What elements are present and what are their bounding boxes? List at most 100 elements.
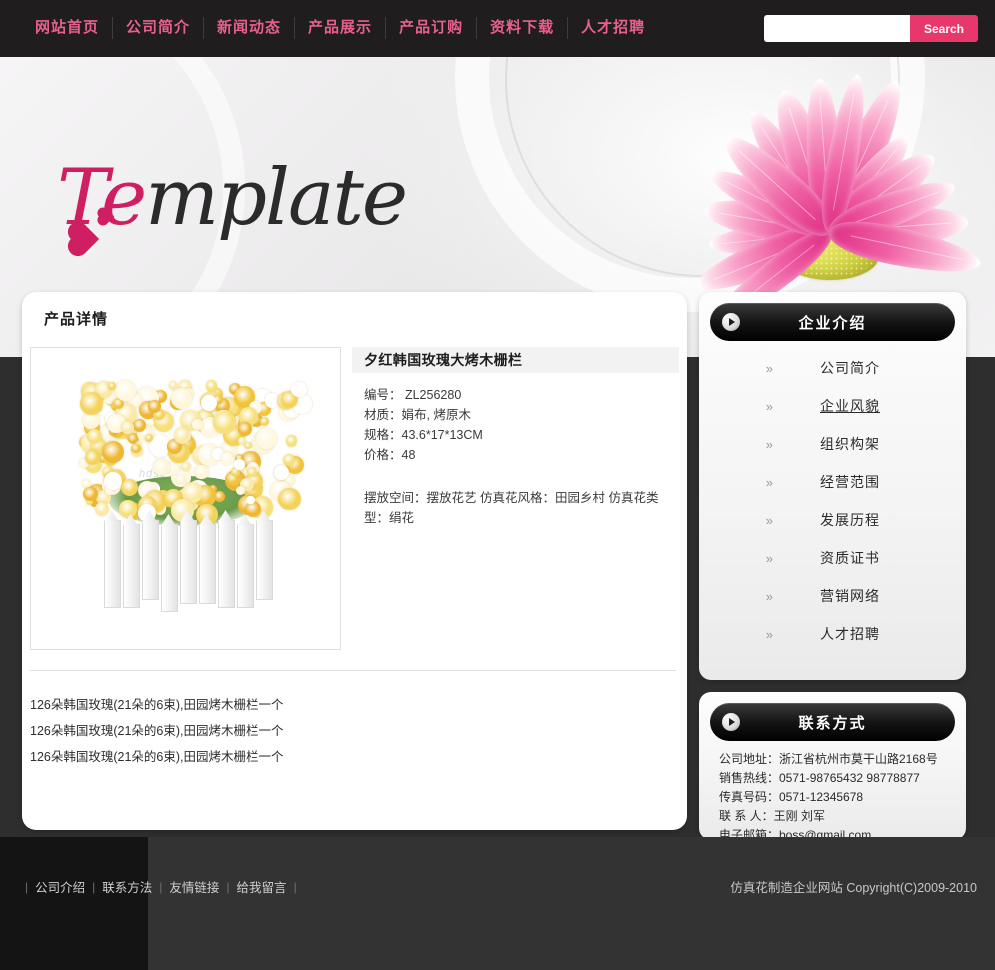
flower-bloom [194,464,209,480]
company-intro-menu-panel: 企业介绍 » 公司简介 » 企业风貌 » 组织构架 » 经营范围 » 发展历程 » 资质证书 » 营销网络… [699,292,966,680]
sidebar-menu-item[interactable]: » 经营范围 [710,463,955,501]
sidebar-menu-item[interactable]: » 公司简介 [710,349,955,387]
sidebar-menu-item[interactable]: » 发展历程 [710,501,955,539]
flower-bloom [171,388,193,410]
sidebar-menu-label: 发展历程 [820,512,880,528]
related-product-item[interactable]: 126朵韩国玫瑰(21朵的6束),田园烤木栅栏一个 [30,744,660,770]
fence-slat [237,524,254,608]
sidebar-menu-label: 营销网络 [820,588,880,604]
chevron-double-right-icon: » [765,512,773,528]
flower-bloom [246,495,256,505]
footer-separator: | [219,880,236,894]
page-title: 产品详情 [44,311,109,328]
product-extra-info: 摆放空间：摆放花艺 仿真花风格：田园乡村 仿真花类型：绢花 [364,491,659,525]
flower-bloom [153,458,170,476]
flower-bloom [173,427,191,444]
flower-pot-illustration [31,348,340,649]
nav-item-7[interactable]: 人才招聘 [568,16,658,40]
flower-bloom [237,422,253,437]
chevron-double-right-icon: » [765,550,773,566]
sidebar-menu-item[interactable]: » 营销网络 [710,577,955,615]
footer-separator-glyph: | [92,879,96,894]
footer-separator: | [152,880,169,894]
nav-item-2[interactable]: 公司简介 [113,16,203,40]
fence-slat [199,524,216,604]
flower-bloom [131,444,141,454]
search-input[interactable] [764,15,910,42]
fence-slat [161,524,178,612]
product-title: 夕红韩国玫瑰大烤木栅栏 [364,352,523,368]
related-product-item[interactable]: 126朵韩国玫瑰(21朵的6束),田园烤木栅栏一个 [30,692,660,718]
divider [30,670,676,671]
menu-panel-header: 企业介绍 [710,303,955,341]
flower-bloom [206,380,218,392]
contact-info-line: 传真号码：0571-12345678 [719,790,864,804]
footer-link-1[interactable]: 公司介绍 [35,877,85,896]
site-logo[interactable]: Template THE BEST ONLINE STORE [57,159,408,314]
flower-bloom [80,391,103,415]
nav-item-4[interactable]: 产品展示 [295,16,385,40]
flower-bloom [285,435,297,447]
product-spec-line-2: 材质：娟布, 烤原木 [364,408,471,422]
search-box: Search [764,15,978,42]
nav-item-3[interactable]: 新闻动态 [204,16,294,40]
flower-bloom [101,440,124,463]
contact-panel-header: 联系方式 [710,703,955,741]
fence-slat [256,520,273,600]
footer-separator-glyph: | [293,879,297,894]
contact-panel-title: 联系方式 [798,714,867,732]
flower-bloom [86,428,102,444]
footer-list-item: 联系方法 [102,877,152,896]
contact-info-line: 公司地址：浙江省杭州市莫干山路2168号 [719,752,938,766]
nav-list-item: 新闻动态 [204,16,294,40]
sidebar-menu-item[interactable]: » 组织构架 [710,425,955,463]
footer-list-item: 给我留言 [237,877,287,896]
fence-slat [180,520,197,604]
nav-item-6[interactable]: 资料下载 [477,16,567,40]
product-detail-panel: 产品详情 hdsc 夕红韩国玫瑰大烤木栅栏 编号： ZL256280 材质：娟布,… [22,292,687,830]
product-spec-line-4: 价格：48 [364,448,416,462]
sidebar-menu-label: 经营范围 [820,474,880,490]
sidebar-menu-item[interactable]: » 资质证书 [710,539,955,577]
sidebar-menu-list: » 公司简介 » 企业风貌 » 组织构架 » 经营范围 » 发展历程 » 资质证书 » 营销网络 » 人才招聘 [710,349,955,653]
sidebar-menu-item[interactable]: » 人才招聘 [710,615,955,653]
footer-link-2[interactable]: 联系方法 [102,877,152,896]
fence-slat [123,524,140,608]
fence-slat [104,520,121,608]
footer-link-3[interactable]: 友情链接 [169,877,219,896]
fence-slat [218,520,235,608]
product-image[interactable]: hdsc [30,347,341,650]
nav-list-item: 产品展示 [295,16,385,40]
flower-bloom [119,500,137,518]
heart-icon-large [70,224,100,254]
flower-bloom [104,472,123,491]
product-spec-list: 编号： ZL256280 材质：娟布, 烤原木 规格：43.6*17*13CM 价格：… [364,385,684,465]
right-sidebar: 企业介绍 » 公司简介 » 企业风貌 » 组织构架 » 经营范围 » 发展历程 » 资质证书 » 营销网络… [699,292,966,842]
contact-panel: 联系方式 公司地址：浙江省杭州市莫干山路2168号 销售热线：0571-98765… [699,692,966,842]
chevron-double-right-icon: » [765,436,773,452]
heart-icon-group [70,208,135,261]
footer-link-4[interactable]: 给我留言 [237,877,287,896]
flower-bloom [220,451,234,465]
related-product-item[interactable]: 126朵韩国玫瑰(21朵的6束),田园烤木栅栏一个 [30,718,660,744]
sidebar-menu-item[interactable]: » 企业风貌 [710,387,955,425]
chevron-double-right-icon: » [765,398,773,414]
search-button[interactable]: Search [910,15,978,42]
fence-slat [142,520,159,600]
logo-word-dark: mplate [145,153,408,243]
sidebar-menu-label: 人才招聘 [820,626,880,642]
footer-separator-glyph: | [159,879,163,894]
play-circle-icon [722,713,740,731]
flower-bloom [120,478,139,497]
nav-list-item: 人才招聘 [568,16,658,40]
sidebar-menu-label: 组织构架 [820,436,880,452]
main-nav-list: 网站首页 公司简介 新闻动态 产品展示 产品订购 资料下载 人才招聘 [22,16,658,40]
flower-bloom [83,486,98,502]
chevron-double-right-icon: » [765,360,773,376]
footer-left-band [0,837,148,970]
nav-item-5[interactable]: 产品订购 [386,16,476,40]
nav-list-item: 公司简介 [113,16,203,40]
nav-list-item: 网站首页 [22,16,112,40]
nav-item-1[interactable]: 网站首页 [22,16,112,40]
flower-bloom [132,418,146,433]
